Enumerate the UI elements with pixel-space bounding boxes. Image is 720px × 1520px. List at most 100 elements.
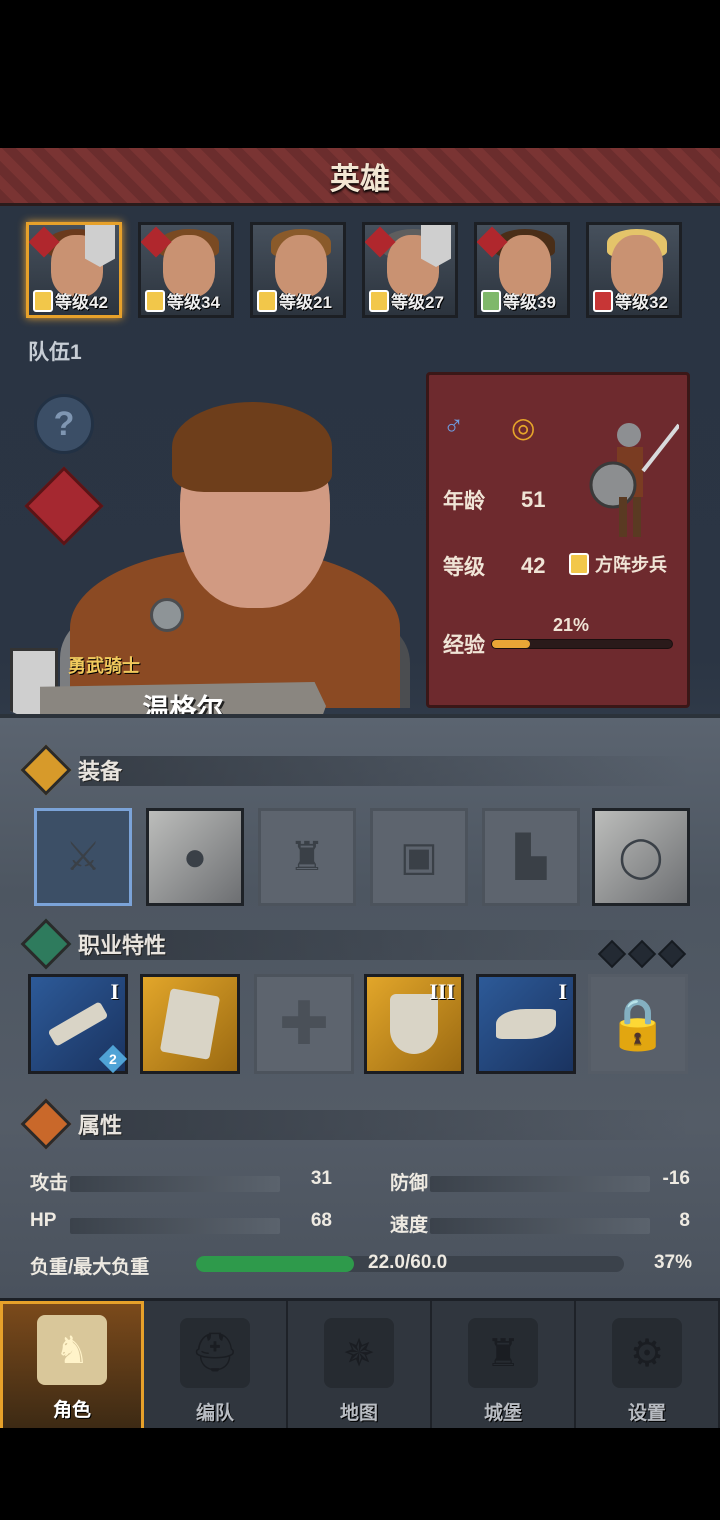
attributes-label: 属性 — [78, 1113, 123, 1138]
trait-slot-locked[interactable]: 🔒 — [588, 974, 688, 1074]
helmet-icon: ⛑ — [180, 1318, 250, 1388]
hero-level: 等级34 — [167, 293, 220, 312]
wing-icon — [496, 1009, 556, 1039]
speed-value: 8 — [679, 1210, 690, 1231]
knight-icon: ♞ — [37, 1315, 107, 1385]
load-label: 负重/最大负重 — [30, 1257, 150, 1278]
round-shield-icon: ● — [182, 834, 208, 879]
attack-label: 攻击 — [30, 1173, 69, 1194]
exp-bar-fill — [492, 640, 530, 648]
equipment-header: 装备 — [20, 744, 123, 796]
trait-slot-2[interactable] — [140, 974, 240, 1074]
weapon-slot[interactable]: ⚔ — [34, 808, 132, 906]
ring-icon: ◯ — [618, 835, 664, 879]
trait-slot-1[interactable]: I 2 — [28, 974, 128, 1074]
armor-icon: ▣ — [400, 835, 438, 879]
banner-icon — [421, 225, 451, 267]
sword-icon: ⚔ — [65, 835, 101, 879]
spear-icon — [47, 1001, 109, 1047]
compass-icon: ✵ — [324, 1318, 394, 1388]
page-title: 英雄 — [330, 162, 390, 196]
horse-icon — [593, 289, 613, 312]
nav-tab-label: 设置 — [627, 1403, 666, 1424]
nav-tab[interactable]: ✵ 地图 — [288, 1301, 432, 1428]
hero-level: 等级27 — [391, 293, 444, 312]
hero-card[interactable]: 等级32 — [586, 222, 682, 318]
helmet-icon: ♜ — [289, 835, 325, 879]
ring-slot[interactable]: ◯ — [592, 808, 690, 906]
crossed-swords-icon — [481, 289, 501, 312]
lock-icon: 🔒 — [606, 995, 670, 1052]
equipment-label: 装备 — [78, 759, 123, 784]
nav-tab-label: 编队 — [195, 1403, 234, 1424]
boots-slot[interactable]: ▙ — [482, 808, 580, 906]
trait-rank: I — [558, 979, 567, 1004]
details-panel: 装备 ⚔ ● ♜ ▣ ▙ ◯ 职业特性 I 2 ✚ III I 🔒 属性 攻击 … — [0, 714, 720, 1298]
nav-tab-label: 地图 — [339, 1403, 378, 1424]
hero-level: 等级21 — [279, 293, 332, 312]
male-icon: ♂ — [443, 409, 464, 440]
level-label: 等级 — [443, 556, 485, 579]
nav-tab-label: 城堡 — [483, 1403, 522, 1424]
hero-card[interactable]: 等级39 — [474, 222, 570, 318]
boots-icon: ▙ — [515, 835, 547, 879]
hero-info-panel: ♂ ◎ 年龄 51 等级 42 方阵步兵 21% 经验 — [426, 372, 690, 708]
traits-header: 职业特性 — [20, 918, 167, 970]
castle-icon: ♜ — [468, 1318, 538, 1388]
sword-icon — [20, 744, 72, 796]
cross-icon: ✚ — [278, 990, 330, 1057]
nav-tab[interactable]: ♞ 角色 — [0, 1301, 144, 1428]
trait-slot-3[interactable]: ✚ — [254, 974, 354, 1074]
hero-card[interactable]: 等级42 — [26, 222, 122, 318]
shield-icon — [257, 289, 277, 312]
attributes-header: 属性 — [20, 1098, 123, 1150]
banner-icon — [85, 225, 115, 267]
exp-bar — [491, 639, 673, 649]
unit-type: 方阵步兵 — [569, 551, 667, 577]
traits-label: 职业特性 — [78, 933, 167, 958]
exp-percent: 21% — [553, 615, 590, 635]
age-label: 年龄 — [443, 490, 485, 513]
attack-value: 31 — [310, 1168, 332, 1189]
hp-label: HP — [30, 1210, 57, 1231]
level-value: 42 — [521, 553, 546, 578]
shield-icon — [369, 289, 389, 312]
nav-tab[interactable]: ♜ 城堡 — [432, 1301, 576, 1428]
hero-card[interactable]: 等级34 — [138, 222, 234, 318]
nav-tab-label: 角色 — [52, 1400, 91, 1421]
shield-icon — [569, 553, 589, 575]
gear-icon: ⚙ — [612, 1318, 682, 1388]
unit-type-label: 方阵步兵 — [595, 555, 667, 575]
hero-title: 勇武骑士 — [68, 656, 140, 676]
trait-rank: I — [110, 979, 119, 1004]
hero-screen: 英雄 等级42 等级34 等级21 等级27 等级39 等级32 队伍1 ? 勇武骑士 温… — [0, 148, 720, 1428]
shield-icon — [33, 289, 53, 312]
age-row: 年龄 51 — [443, 485, 545, 515]
defense-value: -16 — [662, 1168, 690, 1189]
hero-roster: 等级42 等级34 等级21 等级27 等级39 等级32 — [26, 222, 696, 322]
armor-slot[interactable]: ▣ — [370, 808, 468, 906]
hero-card[interactable]: 等级21 — [250, 222, 346, 318]
tower-shield-icon — [159, 988, 221, 1060]
exp-label: 经验 — [443, 634, 485, 657]
hero-level: 等级42 — [55, 293, 108, 312]
trait-slot-4[interactable]: III — [364, 974, 464, 1074]
nav-tab[interactable]: ⛑ 编队 — [144, 1301, 288, 1428]
level-row: 等级 42 — [443, 551, 545, 581]
team-label: 队伍1 — [28, 341, 82, 364]
shield-slot[interactable]: ● — [146, 808, 244, 906]
hero-card[interactable]: 等级27 — [362, 222, 458, 318]
speed-label: 速度 — [390, 1215, 429, 1236]
helmet-slot[interactable]: ♜ — [258, 808, 356, 906]
load-value: 22.0/60.0 — [368, 1252, 448, 1273]
load-percent: 37% — [653, 1252, 692, 1273]
ring-icon: ◎ — [511, 412, 536, 443]
hero-level: 等级39 — [503, 293, 556, 312]
hero-level: 等级32 — [615, 293, 668, 312]
star-icon — [20, 918, 72, 970]
nav-tab[interactable]: ⚙ 设置 — [576, 1301, 720, 1428]
defense-label: 防御 — [390, 1173, 429, 1194]
trait-slot-5[interactable]: I — [476, 974, 576, 1074]
load-bar-fill — [196, 1256, 355, 1272]
bottom-nav: ♞ 角色 ⛑ 编队 ✵ 地图 ♜ 城堡 ⚙ 设置 — [0, 1298, 720, 1428]
